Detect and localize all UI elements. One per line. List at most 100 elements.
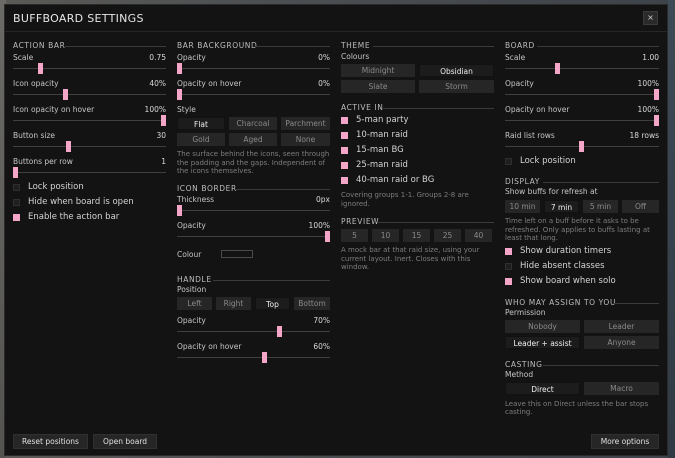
reset-positions-button[interactable]: Reset positions	[13, 434, 88, 449]
colour-swatch[interactable]	[221, 249, 253, 258]
style-row: Style	[177, 105, 330, 115]
style-option-none[interactable]: None	[281, 133, 330, 146]
handle-option-bottom[interactable]: Bottom	[294, 296, 330, 310]
checkbox-box-checked[interactable]	[341, 117, 348, 124]
icon-opacity-slider[interactable]	[13, 89, 166, 100]
refresh-row: Show buffs for refresh at	[505, 187, 659, 197]
checkbox-box[interactable]	[13, 184, 20, 191]
permission-option-anyone[interactable]: Anyone	[584, 335, 659, 349]
slider-thumb[interactable]	[161, 115, 166, 126]
active-10-man-checkbox[interactable]: 10-man raid	[341, 130, 494, 145]
refresh-option-5[interactable]: 5 min	[583, 200, 618, 213]
slider-thumb[interactable]	[38, 63, 43, 74]
enable-action-bar-checkbox[interactable]: Enable the action bar	[13, 212, 166, 227]
checkbox-box[interactable]	[505, 262, 512, 270]
theme-option-slate[interactable]: Slate	[341, 80, 415, 93]
slider-thumb[interactable]	[654, 89, 659, 100]
action-bar-header-text: ACTION BAR	[13, 41, 66, 50]
duration-timers-checkbox[interactable]: Show duration timers	[505, 246, 659, 261]
handle-option-right[interactable]: Right	[216, 296, 251, 310]
lock-position-checkbox[interactable]: Lock position	[13, 182, 166, 197]
permission-option-nobody[interactable]: Nobody	[505, 319, 580, 333]
slider-thumb[interactable]	[63, 89, 68, 100]
slider-thumb[interactable]	[177, 204, 182, 216]
handle-opacity-slider[interactable]	[177, 325, 330, 337]
preview-option-15[interactable]: 15	[403, 229, 430, 242]
hide-when-open-checkbox[interactable]: Hide when board is open	[13, 197, 166, 212]
slider-thumb[interactable]	[177, 63, 182, 74]
style-option-charcoal[interactable]: Charcoal	[229, 117, 277, 130]
border-opacity-label: Opacity	[177, 220, 206, 230]
per-row-slider[interactable]	[13, 167, 166, 178]
refresh-option-7[interactable]: 7 min	[544, 200, 579, 213]
slider-thumb[interactable]	[262, 351, 267, 363]
theme-option-obsidian[interactable]: Obsidian	[419, 64, 494, 77]
slider-thumb[interactable]	[555, 63, 560, 74]
preview-option-10[interactable]: 10	[372, 229, 399, 242]
theme-header: THEME	[341, 41, 494, 51]
icon-opacity-label: Icon opacity	[13, 79, 59, 88]
show-solo-checkbox[interactable]: Show board when solo	[505, 276, 659, 291]
checkbox-box-checked[interactable]	[341, 147, 348, 154]
raid-rows-slider[interactable]	[505, 141, 659, 152]
method-option-macro[interactable]: Macro	[584, 381, 659, 395]
bg-hover-slider[interactable]	[177, 89, 330, 100]
style-option-flat[interactable]: Flat	[177, 117, 225, 130]
scale-slider[interactable]	[13, 63, 166, 74]
checkbox-box[interactable]	[13, 199, 20, 206]
refresh-option-10[interactable]: 10 min	[505, 200, 540, 213]
thickness-slider[interactable]	[177, 204, 330, 216]
handle-option-left[interactable]: Left	[177, 296, 212, 310]
board-opacity-slider[interactable]	[505, 89, 659, 100]
border-opacity-slider[interactable]	[177, 230, 330, 242]
slider-thumb[interactable]	[177, 89, 182, 100]
slider-thumb[interactable]	[654, 115, 659, 126]
checkbox-box-checked[interactable]	[341, 132, 348, 139]
theme-option-midnight[interactable]: Midnight	[341, 64, 415, 77]
preview-option-5[interactable]: 5	[341, 229, 368, 242]
active-40-man-checkbox[interactable]: 40-man raid or BG	[341, 175, 494, 190]
slider-thumb[interactable]	[579, 141, 584, 152]
slider-thumb[interactable]	[66, 141, 71, 152]
style-option-aged[interactable]: Aged	[229, 133, 277, 146]
hide-absent-checkbox[interactable]: Hide absent classes	[505, 261, 659, 276]
per-row-row: Buttons per row 1	[13, 157, 166, 167]
handle-hover-slider[interactable]	[177, 351, 330, 363]
checkbox-box-checked[interactable]	[13, 214, 20, 221]
display-header: DISPLAY	[505, 177, 659, 187]
method-option-direct[interactable]: Direct	[505, 381, 580, 395]
handle-header-text: HANDLE	[177, 274, 212, 284]
checkbox-box[interactable]	[505, 158, 512, 165]
checkbox-box-checked[interactable]	[341, 177, 348, 184]
permission-option-leader-assist[interactable]: Leader + assist	[505, 335, 580, 349]
permission-option-leader[interactable]: Leader	[584, 319, 659, 333]
checkbox-box-checked[interactable]	[341, 162, 348, 169]
checkbox-box-checked[interactable]	[505, 277, 512, 285]
style-option-gold[interactable]: Gold	[177, 133, 225, 146]
handle-option-top[interactable]: Top	[255, 296, 290, 310]
slider-thumb[interactable]	[277, 325, 282, 337]
board-hover-slider[interactable]	[505, 115, 659, 126]
button-size-slider[interactable]	[13, 141, 166, 152]
active-5-man-checkbox[interactable]: 5-man party	[341, 115, 494, 130]
open-board-button[interactable]: Open board	[93, 434, 157, 449]
theme-header-text: THEME	[341, 41, 371, 50]
close-button[interactable]: ×	[643, 11, 658, 25]
theme-option-storm[interactable]: Storm	[419, 80, 494, 93]
active-25-man-checkbox[interactable]: 25-man raid	[341, 160, 494, 175]
checkbox-box-checked[interactable]	[505, 247, 512, 255]
bar-background-header: BAR BACKGROUND	[177, 41, 330, 51]
active-15-man-checkbox[interactable]: 15-man BG	[341, 145, 494, 160]
board-lock-checkbox[interactable]: Lock position	[505, 156, 659, 171]
style-option-parchment[interactable]: Parchment	[281, 117, 330, 130]
preview-option-25[interactable]: 25	[434, 229, 461, 242]
preview-option-40[interactable]: 40	[465, 229, 492, 242]
icon-hover-slider[interactable]	[13, 115, 166, 126]
board-scale-slider[interactable]	[505, 63, 659, 74]
more-options-button[interactable]: More options	[591, 434, 659, 449]
slider-thumb[interactable]	[13, 167, 18, 178]
title-bar[interactable]: BUFFBOARD SETTINGS ×	[5, 5, 667, 32]
slider-thumb[interactable]	[325, 230, 330, 242]
bg-opacity-slider[interactable]	[177, 63, 330, 74]
refresh-option-off[interactable]: Off	[622, 200, 659, 213]
